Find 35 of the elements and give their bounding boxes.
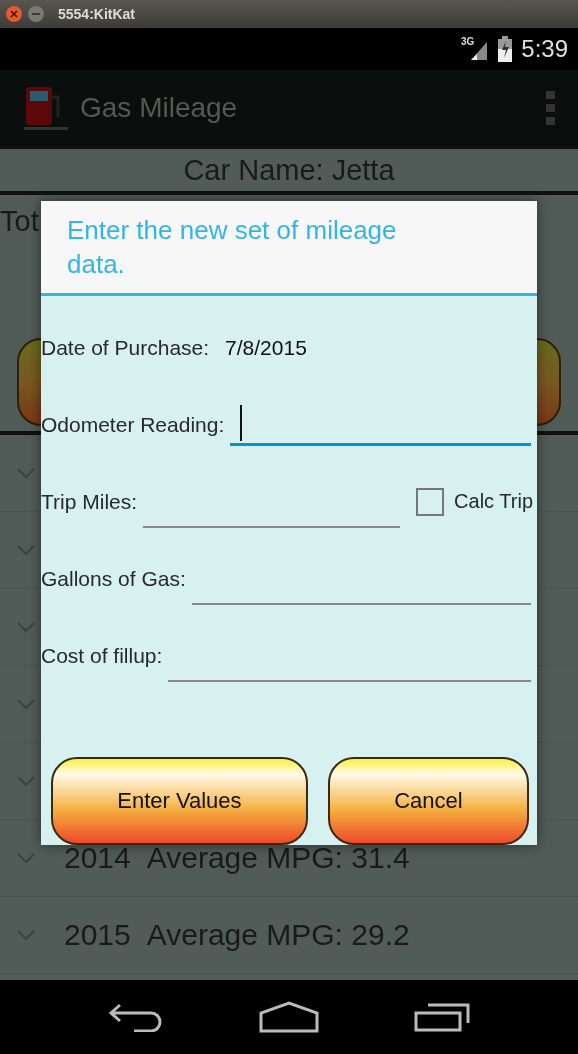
text-cursor <box>240 405 243 441</box>
chevron-icon <box>16 929 36 941</box>
minimize-icon <box>32 13 40 15</box>
home-icon[interactable] <box>259 1001 319 1033</box>
cancel-button[interactable]: Cancel <box>327 757 529 845</box>
chevron-icon <box>16 544 36 556</box>
field-label: Trip Miles: <box>41 490 138 514</box>
field-label: Gallons of Gas: <box>41 567 186 591</box>
dialog-title: Enter the new set of mileage data. <box>67 214 398 281</box>
checkbox-label: Calc Trip <box>454 490 533 513</box>
field-label: Date of Purchase: <box>41 336 210 360</box>
checkbox[interactable] <box>416 488 445 516</box>
chevron-icon <box>16 467 36 479</box>
chevron-icon <box>16 621 36 633</box>
battery-icon <box>497 36 514 62</box>
close-button[interactable] <box>6 6 22 22</box>
field-value: 7/8/2015 <box>225 336 307 360</box>
close-icon <box>10 10 18 18</box>
app-title: Gas Mileage <box>80 92 239 124</box>
window-title: 5554:KitKat <box>58 6 136 22</box>
clock: 5:39 <box>521 35 568 63</box>
chevron-icon <box>16 775 36 787</box>
total-label: Tot <box>0 205 39 238</box>
minimize-button[interactable] <box>28 6 44 22</box>
average-mpg: Average MPG: 29.2 <box>146 918 410 952</box>
chevron-icon <box>16 852 36 864</box>
back-icon[interactable] <box>107 1002 164 1032</box>
year-label: 2015 <box>64 918 131 952</box>
menu-icon[interactable] <box>546 91 556 125</box>
field-label: Odometer Reading: <box>41 413 225 437</box>
chevron-icon <box>16 698 36 710</box>
enter-values-button[interactable]: Enter Values <box>51 757 308 845</box>
recent-apps-icon[interactable] <box>414 1002 471 1032</box>
car-name: Car Name: Jetta <box>183 153 395 187</box>
field-label: Cost of fillup: <box>41 644 163 668</box>
